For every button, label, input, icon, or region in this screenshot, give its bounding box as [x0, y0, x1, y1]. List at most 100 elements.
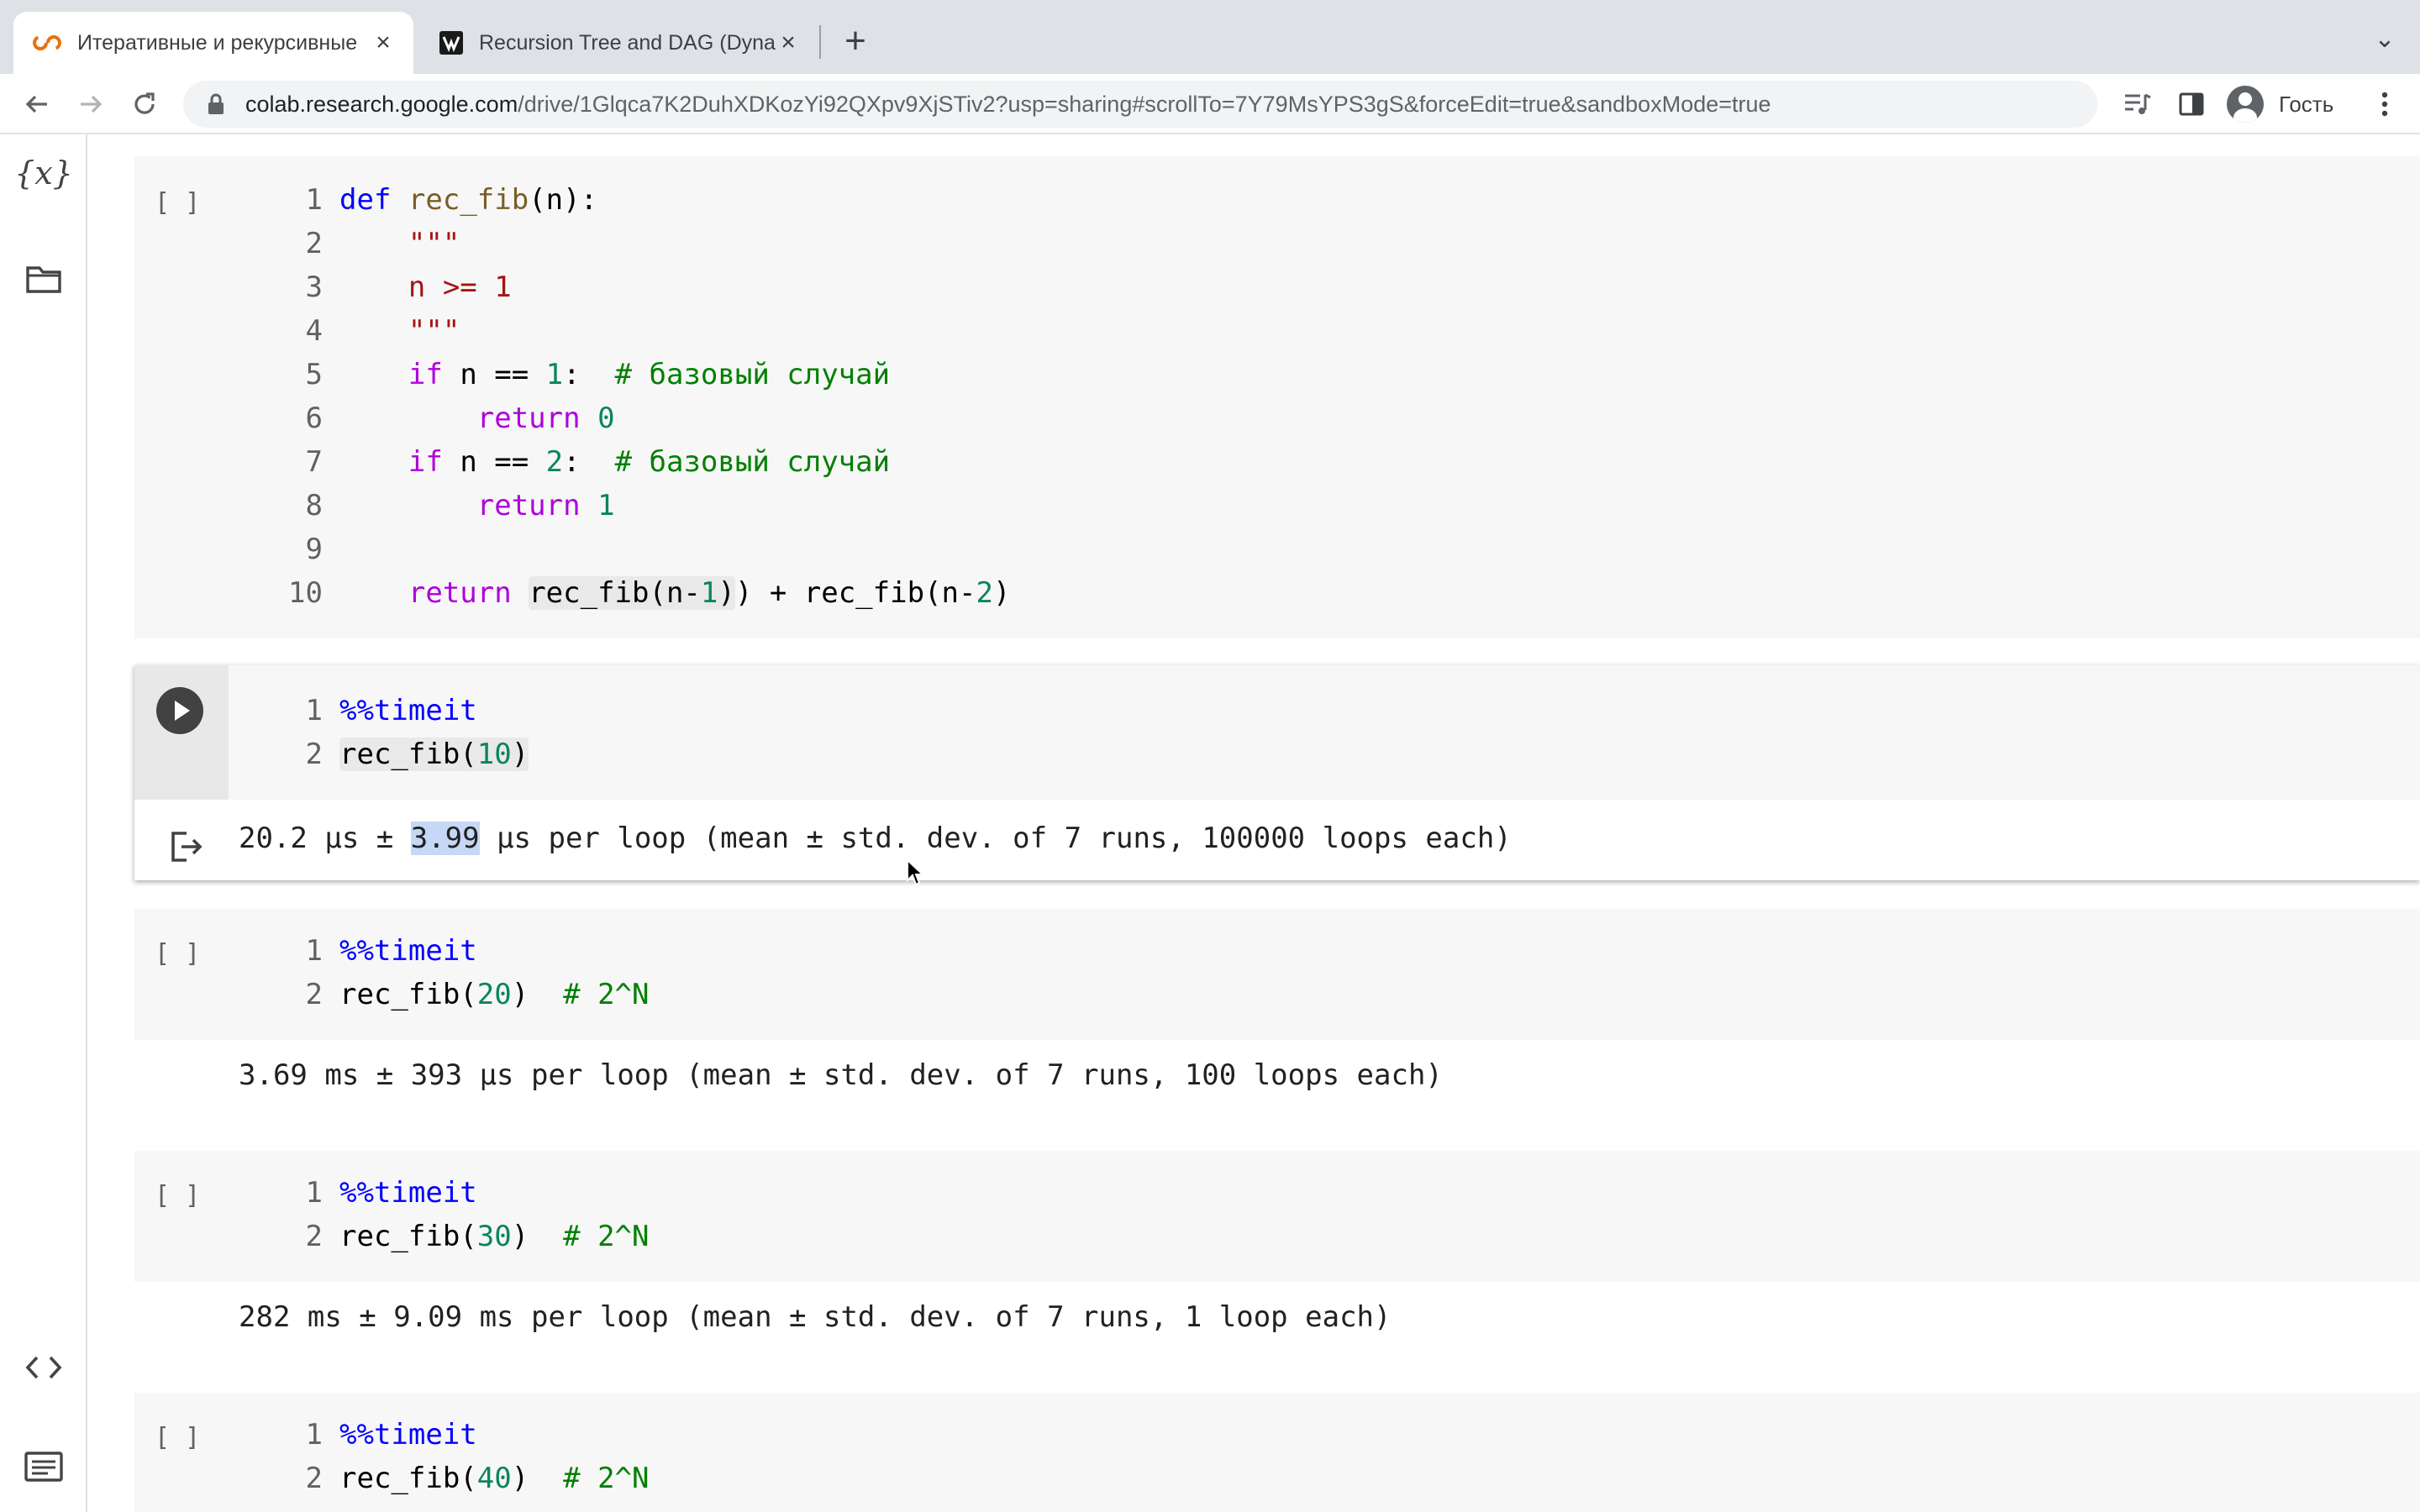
code-text: (n):: [529, 183, 598, 217]
code-snippets-icon[interactable]: [22, 1346, 66, 1389]
number-literal: 1: [545, 358, 564, 391]
output-text: 3.69 ms ± 393 µs per loop (mean ± std. d…: [239, 1058, 1443, 1092]
line-number: 1: [305, 934, 323, 968]
line-number: 5: [305, 358, 323, 391]
code-cell-timeit-20[interactable]: [ ] 1 %%timeit 2 rec_fib(20) # 2^N 3.69 ms…: [134, 909, 2420, 1121]
code-line: 10 return rec_fib(n-1)) + rec_fib(n-2): [229, 571, 2420, 615]
line-number: 3: [305, 270, 323, 304]
code-editor[interactable]: 1 def rec_fib(n): 2 """ 3 n >= 1 4 """ 5 …: [229, 156, 2420, 615]
back-button[interactable]: [17, 84, 57, 124]
execution-count-bracket: [ ]: [155, 1181, 201, 1210]
variables-icon[interactable]: {x}: [14, 151, 73, 195]
number-literal: 1: [597, 489, 615, 522]
code-line: 7 if n == 2: # базовый случай: [229, 440, 2420, 484]
profile-label: Гость: [2279, 91, 2334, 117]
code-editor[interactable]: 1 %%timeit 2 rec_fib(10): [229, 665, 2420, 776]
function-name: rec_fib: [408, 183, 529, 217]
code-comment: # 2^N: [529, 978, 650, 1011]
code-cell-timeit-40[interactable]: [ ] 1 %%timeit 2 rec_fib(40) # 2^N: [134, 1393, 2420, 1512]
code-comment: # 2^N: [529, 1462, 650, 1495]
tab-colab[interactable]: Итеративные и рекурсивные ×: [13, 12, 413, 74]
code-cell-timeit-10[interactable]: 1 %%timeit 2 rec_fib(10) 20.2 µs ± 3.99 µs…: [134, 665, 2420, 880]
output-text: 20.2 µs ± 3.99 µs per loop (mean ± std. …: [239, 822, 1512, 855]
media-control-button[interactable]: [2118, 84, 2158, 124]
code-line: 2 rec_fib(40) # 2^N: [229, 1457, 2420, 1500]
line-number: 10: [288, 576, 323, 610]
new-tab-button[interactable]: +: [839, 20, 872, 62]
terminal-icon[interactable]: [22, 1445, 66, 1488]
side-panel-button[interactable]: [2171, 84, 2212, 124]
cell-gutter: [ ]: [134, 156, 229, 638]
url-path: /drive/1Glqca7K2DuhXDKozYi92QXpv9XjSTiv2…: [518, 91, 1771, 117]
text-selection: 3.99: [410, 822, 480, 855]
cell-input[interactable]: 1 %%timeit 2 rec_fib(10): [134, 665, 2420, 800]
browser-toolbar: colab.research.google.com/drive/1Glqca7K…: [0, 74, 2420, 134]
tab-separator: [819, 25, 821, 59]
number-literal: 2: [545, 445, 564, 479]
notebook-area: [ ] 1 def rec_fib(n): 2 """ 3 n >= 1 4 ""…: [87, 134, 2420, 1512]
reload-button[interactable]: [124, 84, 165, 124]
execution-count-bracket: [ ]: [155, 1423, 201, 1452]
cell-output: 20.2 µs ± 3.99 µs per loop (mean ± std. …: [134, 800, 2420, 880]
cell-output: 282 ms ± 9.09 ms per loop (mean ± std. d…: [134, 1282, 2420, 1362]
playlist-music-icon: [2125, 93, 2151, 114]
tab-close-icon[interactable]: ×: [776, 29, 800, 57]
docstring-quote: """: [408, 314, 460, 348]
colab-logo-icon: [33, 35, 61, 50]
line-number: 6: [305, 402, 323, 435]
code-line: 1 %%timeit: [229, 929, 2420, 973]
address-bar[interactable]: colab.research.google.com/drive/1Glqca7K…: [183, 81, 2097, 128]
side-panel-icon: [2179, 92, 2204, 116]
forward-button[interactable]: [71, 84, 111, 124]
tab-search-chevron-icon[interactable]: ⌄: [2368, 18, 2402, 60]
code-line: 1 %%timeit: [229, 1171, 2420, 1215]
tab-title: Итеративные и рекурсивные: [77, 30, 358, 55]
more-vert-icon: [2381, 92, 2388, 117]
cell-gutter: [ ]: [134, 1151, 229, 1282]
cell-input[interactable]: [ ] 1 def rec_fib(n): 2 """ 3 n >= 1 4 ""…: [134, 156, 2420, 638]
code-editor[interactable]: 1 %%timeit 2 rec_fib(20) # 2^N: [229, 909, 2420, 1016]
code-editor[interactable]: 1 %%timeit 2 rec_fib(40) # 2^N: [229, 1393, 2420, 1500]
output-text: 282 ms ± 9.09 ms per loop (mean ± std. d…: [239, 1300, 1392, 1334]
folder-icon[interactable]: [22, 257, 66, 301]
colab-side-rail: {x}: [0, 134, 87, 1512]
code-line: 1 %%timeit: [229, 689, 2420, 732]
code-line: 1 %%timeit: [229, 1413, 2420, 1457]
code-comment: # 2^N: [529, 1220, 650, 1253]
browser-tab-bar: Итеративные и рекурсивные × Recursion Tr…: [0, 0, 2420, 74]
code-cell-rec-fib[interactable]: [ ] 1 def rec_fib(n): 2 """ 3 n >= 1 4 ""…: [134, 156, 2420, 638]
code-line: 9: [229, 528, 2420, 571]
cell-input[interactable]: [ ] 1 %%timeit 2 rec_fib(20) # 2^N: [134, 909, 2420, 1040]
reload-icon: [134, 92, 155, 114]
keyword-return: return: [476, 489, 581, 522]
run-cell-button[interactable]: [156, 687, 203, 734]
code-comment: # базовый случай: [614, 358, 891, 391]
number-literal: 0: [597, 402, 615, 435]
code-text: ) + rec_fib(n-: [734, 576, 976, 610]
visualgo-logo-icon: [439, 31, 463, 55]
clear-output-icon[interactable]: [168, 828, 205, 865]
line-number: 4: [305, 314, 323, 348]
guest-avatar-icon: [2227, 86, 2264, 123]
keyword-return: return: [408, 576, 512, 610]
arrow-right-icon: [81, 95, 103, 113]
cell-input[interactable]: [ ] 1 %%timeit 2 rec_fib(30) # 2^N: [134, 1151, 2420, 1282]
code-text: :: [563, 445, 615, 479]
keyword-return: return: [476, 402, 581, 435]
lock-icon: [208, 93, 224, 114]
tab-title: Recursion Tree and DAG (Dyna: [479, 30, 776, 55]
line-number: 2: [305, 1462, 323, 1495]
cell-input[interactable]: [ ] 1 %%timeit 2 rec_fib(40) # 2^N: [134, 1393, 2420, 1512]
tab-close-icon[interactable]: ×: [371, 29, 395, 57]
line-number: 1: [305, 694, 323, 727]
tab-recursion-tree[interactable]: Recursion Tree and DAG (Dyna ×: [420, 12, 818, 74]
mouse-pointer-icon: [907, 858, 924, 886]
profile-button[interactable]: Гость: [2223, 82, 2381, 126]
code-editor[interactable]: 1 %%timeit 2 rec_fib(30) # 2^N: [229, 1151, 2420, 1258]
docstring-quote: """: [408, 227, 460, 260]
code-cell-timeit-30[interactable]: [ ] 1 %%timeit 2 rec_fib(30) # 2^N 282 ms …: [134, 1151, 2420, 1362]
browser-menu-button[interactable]: [2365, 84, 2405, 124]
code-text: ): [992, 576, 1011, 610]
line-number: 8: [305, 489, 323, 522]
line-number: 7: [305, 445, 323, 479]
